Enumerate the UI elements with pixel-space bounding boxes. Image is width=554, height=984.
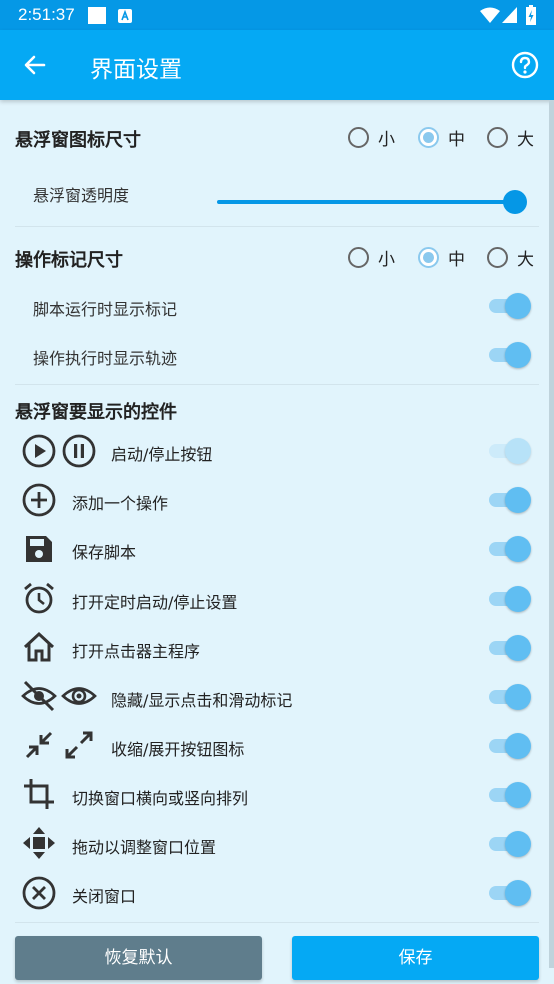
- pause-circle-icon: [61, 433, 97, 469]
- save-button[interactable]: 保存: [292, 936, 539, 980]
- collapse-expand-switch[interactable]: [489, 733, 531, 759]
- switch-knob: [505, 487, 531, 513]
- page-title: 界面设置: [90, 57, 182, 83]
- radio-circle: [348, 127, 369, 148]
- divider: [15, 226, 539, 227]
- switch-knob: [505, 831, 531, 857]
- switch-knob: [505, 438, 531, 464]
- switch-knob: [505, 782, 531, 808]
- save-icon: [21, 531, 57, 567]
- save-script-switch[interactable]: [489, 536, 531, 562]
- switch-knob: [505, 635, 531, 661]
- open-main-label: 打开点击器主程序: [72, 642, 201, 661]
- drag-move-label: 拖动以调整窗口位置: [72, 838, 217, 857]
- slider-track: [217, 200, 505, 204]
- radio-circle: [348, 247, 369, 268]
- move-icon: [21, 825, 57, 861]
- floating-icon-size-small-radio[interactable]: 小: [348, 125, 395, 150]
- marker-size-small-radio[interactable]: 小: [348, 245, 395, 270]
- radio-circle: [418, 127, 439, 148]
- close-window-switch[interactable]: [489, 880, 531, 906]
- radio-label: 小: [378, 250, 395, 270]
- switch-knob: [505, 733, 531, 759]
- drag-move-switch[interactable]: [489, 831, 531, 857]
- timer-label: 打开定时启动/停止设置: [72, 593, 238, 612]
- divider: [15, 922, 539, 923]
- marker-size-large-radio[interactable]: 大: [487, 245, 534, 270]
- add-operation-switch[interactable]: [489, 487, 531, 513]
- switch-knob: [505, 536, 531, 562]
- radio-label: 大: [517, 250, 534, 270]
- collapse-expand-label: 收缩/展开按钮图标: [111, 740, 245, 759]
- switch-knob: [505, 586, 531, 612]
- alarm-icon: [21, 580, 57, 616]
- crop-rotate-icon: [21, 776, 57, 812]
- status-time: 2:51:37: [18, 5, 75, 24]
- radio-label: 中: [448, 130, 465, 150]
- status-bar: 2:51:37: [0, 0, 554, 30]
- toggle-markers-label: 隐藏/显示点击和滑动标记: [111, 691, 293, 710]
- timer-switch[interactable]: [489, 586, 531, 612]
- marker-size-medium-radio[interactable]: 中: [418, 245, 465, 270]
- open-main-switch[interactable]: [489, 635, 531, 661]
- restore-defaults-button[interactable]: 恢复默认: [15, 936, 262, 980]
- add-circle-icon: [21, 482, 57, 518]
- switch-knob: [505, 293, 531, 319]
- home-icon: [21, 629, 57, 665]
- start-stop-switch: [489, 438, 531, 464]
- eye-off-icon: [21, 678, 57, 714]
- collapse-icon: [21, 727, 57, 763]
- notification-app-icon: [118, 8, 132, 27]
- show-marker-switch[interactable]: [489, 293, 531, 319]
- radio-label: 大: [517, 130, 534, 150]
- slider-thumb[interactable]: [503, 190, 527, 214]
- orientation-label: 切换窗口横向或竖向排列: [72, 789, 249, 808]
- app-bar: 界面设置: [0, 30, 554, 100]
- battery-charging-icon: [526, 5, 536, 29]
- radio-label: 中: [448, 250, 465, 270]
- controls-title: 悬浮窗要显示的控件: [15, 402, 177, 423]
- opacity-slider[interactable]: [217, 190, 527, 214]
- divider: [15, 384, 539, 385]
- notification-square-icon: [88, 7, 106, 28]
- wifi-icon: [480, 7, 500, 27]
- toggle-markers-switch[interactable]: [489, 684, 531, 710]
- eye-icon: [61, 678, 97, 714]
- back-arrow-icon[interactable]: [22, 52, 48, 78]
- floating-icon-size-medium-radio[interactable]: 中: [418, 125, 465, 150]
- help-icon[interactable]: [511, 51, 539, 79]
- close-circle-icon: [21, 875, 57, 911]
- switch-knob: [505, 684, 531, 710]
- save-script-label: 保存脚本: [72, 543, 137, 562]
- floating-icon-size-large-radio[interactable]: 大: [487, 125, 534, 150]
- marker-size-title: 操作标记尺寸: [15, 250, 123, 271]
- floating-icon-size-title: 悬浮窗图标尺寸: [15, 130, 141, 151]
- orientation-switch[interactable]: [489, 782, 531, 808]
- show-marker-label: 脚本运行时显示标记: [33, 300, 178, 319]
- opacity-label: 悬浮窗透明度: [33, 186, 130, 205]
- radio-label: 小: [378, 130, 395, 150]
- radio-circle: [487, 127, 508, 148]
- radio-circle: [487, 247, 508, 268]
- expand-icon: [61, 727, 97, 763]
- close-window-label: 关闭窗口: [72, 887, 137, 906]
- signal-icon: [502, 7, 517, 27]
- scrollbar[interactable]: [549, 100, 554, 968]
- switch-knob: [505, 342, 531, 368]
- switch-knob: [505, 880, 531, 906]
- show-trace-label: 操作执行时显示轨迹: [33, 349, 178, 368]
- show-trace-switch[interactable]: [489, 342, 531, 368]
- add-operation-label: 添加一个操作: [72, 494, 169, 513]
- radio-circle: [418, 247, 439, 268]
- play-circle-icon: [21, 433, 57, 469]
- start-stop-label: 启动/停止按钮: [111, 445, 213, 464]
